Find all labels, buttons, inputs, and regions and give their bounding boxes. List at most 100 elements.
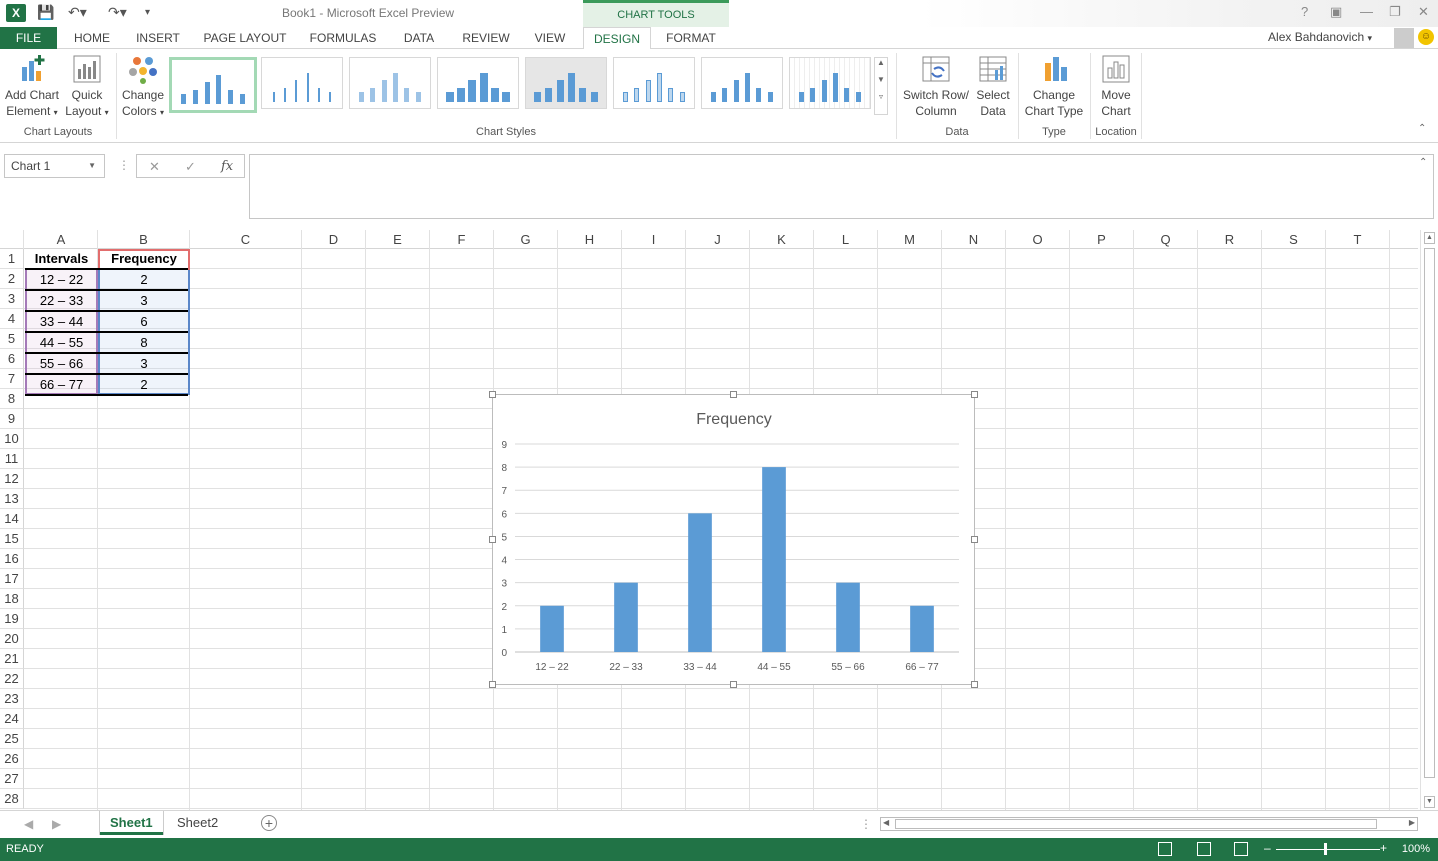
column-header-n[interactable]: N xyxy=(942,230,1006,249)
tab-formulas[interactable]: FORMULAS xyxy=(305,27,381,49)
add-sheet-icon[interactable]: + xyxy=(261,815,277,831)
column-header-e[interactable]: E xyxy=(366,230,430,249)
move-chart-button[interactable]: Move Chart xyxy=(1092,53,1140,119)
resize-handle-n[interactable] xyxy=(730,391,737,398)
prev-sheet-icon[interactable]: ◀ xyxy=(24,817,33,831)
change-chart-type-button[interactable]: Change Chart Type xyxy=(1020,53,1088,119)
chart-style-2[interactable] xyxy=(261,57,343,109)
column-header-t[interactable]: T xyxy=(1326,230,1390,249)
cell-b6[interactable]: 3 xyxy=(98,354,190,374)
zoom-level[interactable]: 100% xyxy=(1402,843,1430,855)
row-header-12[interactable]: 12 xyxy=(0,469,24,489)
chart-bar[interactable] xyxy=(688,513,712,652)
column-header-i[interactable]: I xyxy=(622,230,686,249)
cell-b5[interactable]: 8 xyxy=(98,333,190,353)
horizontal-scrollbar[interactable]: ◀ ▶ xyxy=(880,817,1418,831)
chart-style-4[interactable] xyxy=(437,57,519,109)
cell-a5[interactable]: 44 – 55 xyxy=(25,333,98,353)
row-header-5[interactable]: 5 xyxy=(0,329,24,349)
sheet-tab-sheet2[interactable]: Sheet2 xyxy=(167,811,228,835)
zoom-out-icon[interactable]: – xyxy=(1264,841,1271,855)
row-header-6[interactable]: 6 xyxy=(0,349,24,369)
resize-handle-ne[interactable] xyxy=(971,391,978,398)
row-header-14[interactable]: 14 xyxy=(0,509,24,529)
resize-handle-sw[interactable] xyxy=(489,681,496,688)
tab-splitter-icon[interactable]: ⋮ xyxy=(860,817,872,831)
switch-row-column-button[interactable]: Switch Row/ Column xyxy=(900,53,972,119)
row-header-7[interactable]: 7 xyxy=(0,369,24,389)
row-header-2[interactable]: 2 xyxy=(0,269,24,289)
row-header-19[interactable]: 19 xyxy=(0,609,24,629)
cancel-icon[interactable]: ✕ xyxy=(149,159,160,175)
column-header-b[interactable]: B xyxy=(98,230,190,249)
tab-page-layout[interactable]: PAGE LAYOUT xyxy=(200,27,290,49)
row-header-15[interactable]: 15 xyxy=(0,529,24,549)
tab-home[interactable]: HOME xyxy=(67,27,117,49)
row-header-16[interactable]: 16 xyxy=(0,549,24,569)
column-header-r[interactable]: R xyxy=(1198,230,1262,249)
chart-title[interactable]: Frequency xyxy=(696,411,772,428)
chart-style-8[interactable] xyxy=(789,57,871,109)
add-chart-element-button[interactable]: Add Chart Element ▾ xyxy=(2,53,62,121)
page-layout-view-icon[interactable] xyxy=(1197,842,1211,856)
column-header-h[interactable]: H xyxy=(558,230,622,249)
row-header-20[interactable]: 20 xyxy=(0,629,24,649)
chart-style-5[interactable] xyxy=(525,57,607,109)
tab-view[interactable]: VIEW xyxy=(528,27,572,49)
row-header-10[interactable]: 10 xyxy=(0,429,24,449)
horizontal-scroll-thumb[interactable] xyxy=(895,819,1377,829)
scroll-down-icon[interactable]: ▼ xyxy=(1424,796,1435,808)
scroll-left-icon[interactable]: ◀ xyxy=(883,818,889,827)
tab-file[interactable]: FILE xyxy=(0,27,57,49)
column-header-k[interactable]: K xyxy=(750,230,814,249)
row-header-28[interactable]: 28 xyxy=(0,789,24,809)
tab-review[interactable]: REVIEW xyxy=(456,27,516,49)
column-header-q[interactable]: Q xyxy=(1134,230,1198,249)
chart-frequency[interactable]: Frequency 0 1 2 3 4 5 6 7 8 9 12 – 22 22 – 33 33 – … xyxy=(492,394,975,685)
cell-b4[interactable]: 6 xyxy=(98,312,190,332)
chevron-down-icon[interactable]: ▼ xyxy=(875,75,887,84)
chart-style-1[interactable] xyxy=(169,57,257,113)
cell-b3[interactable]: 3 xyxy=(98,291,190,311)
collapse-ribbon-icon[interactable]: ⌃ xyxy=(1418,123,1426,134)
resize-handle-s[interactable] xyxy=(730,681,737,688)
row-header-13[interactable]: 13 xyxy=(0,489,24,509)
chart-bar[interactable] xyxy=(910,605,934,652)
row-header-17[interactable]: 17 xyxy=(0,569,24,589)
minimize-icon[interactable]: — xyxy=(1360,4,1373,19)
column-header-a[interactable]: A xyxy=(25,230,98,249)
chart-style-6[interactable] xyxy=(613,57,695,109)
tab-design[interactable]: DESIGN xyxy=(583,27,651,50)
zoom-in-icon[interactable]: + xyxy=(1380,841,1387,855)
row-header-23[interactable]: 23 xyxy=(0,689,24,709)
cell-a6[interactable]: 55 – 66 xyxy=(25,354,98,374)
scroll-right-icon[interactable]: ▶ xyxy=(1409,818,1415,827)
cell-a4[interactable]: 33 – 44 xyxy=(25,312,98,332)
tab-format[interactable]: FORMAT xyxy=(660,27,722,49)
help-icon[interactable]: ? xyxy=(1301,4,1308,19)
zoom-slider-thumb[interactable] xyxy=(1324,843,1327,855)
enter-icon[interactable]: ✓ xyxy=(185,159,196,175)
row-header-3[interactable]: 3 xyxy=(0,289,24,309)
resize-handle-nw[interactable] xyxy=(489,391,496,398)
feedback-smiley-icon[interactable]: ☺ xyxy=(1418,29,1434,45)
chart-bar[interactable] xyxy=(836,582,860,652)
chart-bar[interactable] xyxy=(614,582,638,652)
row-header-27[interactable]: 27 xyxy=(0,769,24,789)
row-header-22[interactable]: 22 xyxy=(0,669,24,689)
column-header-o[interactable]: O xyxy=(1006,230,1070,249)
row-header-11[interactable]: 11 xyxy=(0,449,24,469)
chart-bar[interactable] xyxy=(540,605,564,652)
normal-view-icon[interactable] xyxy=(1158,842,1172,856)
column-header-p[interactable]: P xyxy=(1070,230,1134,249)
formula-input[interactable] xyxy=(249,154,1434,219)
change-colors-button[interactable]: Change Colors ▾ xyxy=(118,53,168,121)
row-header-26[interactable]: 26 xyxy=(0,749,24,769)
column-header-f[interactable]: F xyxy=(430,230,494,249)
cell-a2[interactable]: 12 – 22 xyxy=(25,270,98,290)
tab-insert[interactable]: INSERT xyxy=(130,27,186,49)
worksheet-grid[interactable]: ABCDEFGHIJKLMNOPQRST 1 2 3 4 5 6 7 8 9 10 11 12 13 14… xyxy=(0,230,1418,810)
scroll-up-icon[interactable]: ▲ xyxy=(1424,232,1435,244)
avatar[interactable] xyxy=(1394,28,1414,48)
zoom-slider[interactable] xyxy=(1276,849,1380,850)
